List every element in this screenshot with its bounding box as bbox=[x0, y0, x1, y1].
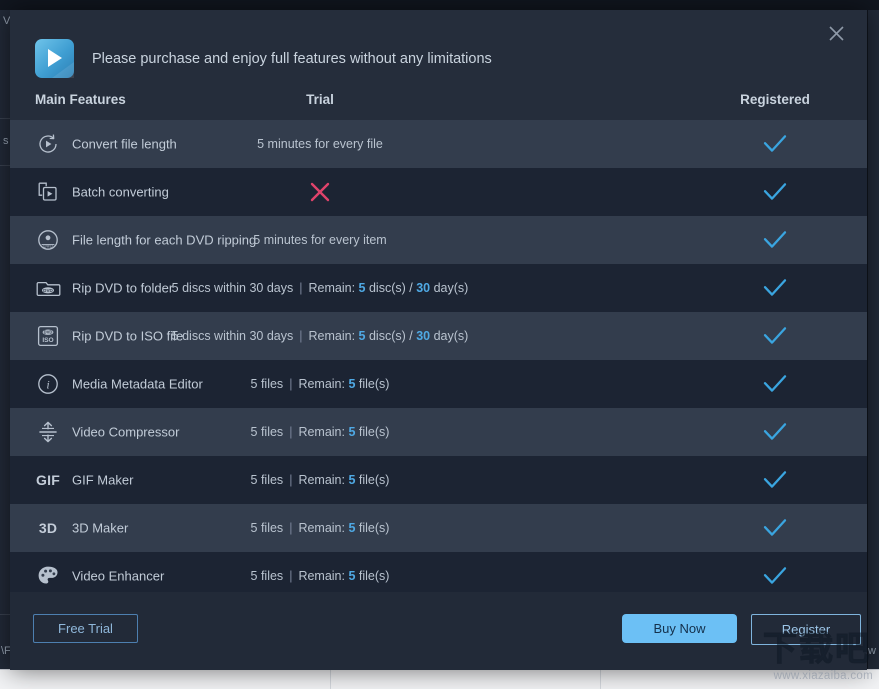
trial-limit-text: 5 files|Remain: 5 file(s) bbox=[10, 377, 630, 391]
dialog-footer: Free Trial Buy Now Register bbox=[10, 592, 867, 670]
column-header-registered: Registered bbox=[710, 92, 840, 107]
background-right-panel bbox=[868, 10, 879, 670]
background-taskbar bbox=[0, 669, 879, 689]
column-headers: Main Features Trial Registered bbox=[10, 88, 867, 120]
trial-limit-text: 5 files|Remain: 5 file(s) bbox=[10, 473, 630, 487]
promo-message: Please purchase and enjoy full features … bbox=[92, 51, 492, 67]
registered-check-icon bbox=[710, 421, 840, 443]
table-row: Batch converting bbox=[10, 168, 867, 216]
background-text-fragment-w: w bbox=[868, 645, 876, 657]
buy-now-button[interactable]: Buy Now bbox=[622, 614, 737, 643]
dialog-header: Please purchase and enjoy full features … bbox=[10, 10, 867, 120]
trial-unavailable-cross-icon bbox=[10, 181, 630, 203]
trial-limit-text: 5 minutes for every item bbox=[10, 233, 630, 247]
table-row: iMedia Metadata Editor5 files|Remain: 5 … bbox=[10, 360, 867, 408]
app-logo-play-icon bbox=[35, 39, 74, 78]
registered-check-icon bbox=[710, 229, 840, 251]
table-row: Video Compressor5 files|Remain: 5 file(s… bbox=[10, 408, 867, 456]
trial-limit-text: 5 discs within 30 days|Remain: 5 disc(s)… bbox=[10, 329, 630, 343]
purchase-upgrade-dialog: Please purchase and enjoy full features … bbox=[10, 10, 867, 670]
free-trial-button[interactable]: Free Trial bbox=[33, 614, 138, 643]
table-row: DVDRip DVD to folder5 discs within 30 da… bbox=[10, 264, 867, 312]
register-button[interactable]: Register bbox=[751, 614, 861, 645]
brand-row: Please purchase and enjoy full features … bbox=[35, 39, 492, 78]
registered-check-icon bbox=[710, 277, 840, 299]
trial-limit-text: 5 minutes for every file bbox=[10, 137, 630, 151]
feature-comparison-table: Convert file length5 minutes for every f… bbox=[10, 120, 867, 600]
background-taskbar-divider bbox=[600, 669, 601, 689]
registered-check-icon bbox=[710, 373, 840, 395]
registered-check-icon bbox=[710, 469, 840, 491]
trial-limit-text: 5 discs within 30 days|Remain: 5 disc(s)… bbox=[10, 281, 630, 295]
trial-limit-text: 5 files|Remain: 5 file(s) bbox=[10, 569, 630, 583]
registered-check-icon bbox=[710, 517, 840, 539]
registered-check-icon bbox=[710, 133, 840, 155]
background-text-fragment-s: s bbox=[3, 135, 9, 147]
background-taskbar-divider bbox=[330, 669, 331, 689]
trial-limit-text: 5 files|Remain: 5 file(s) bbox=[10, 521, 630, 535]
table-row: DVDISORip DVD to ISO file5 discs within … bbox=[10, 312, 867, 360]
column-header-trial: Trial bbox=[10, 92, 630, 107]
table-row: 3D3D Maker5 files|Remain: 5 file(s) bbox=[10, 504, 867, 552]
table-row: GIFGIF Maker5 files|Remain: 5 file(s) bbox=[10, 456, 867, 504]
table-row: Convert file length5 minutes for every f… bbox=[10, 120, 867, 168]
registered-check-icon bbox=[710, 181, 840, 203]
registered-check-icon bbox=[710, 325, 840, 347]
trial-limit-text: 5 files|Remain: 5 file(s) bbox=[10, 425, 630, 439]
table-row: DVDFile length for each DVD ripping5 min… bbox=[10, 216, 867, 264]
registered-check-icon bbox=[710, 565, 840, 587]
close-icon[interactable] bbox=[823, 20, 849, 46]
